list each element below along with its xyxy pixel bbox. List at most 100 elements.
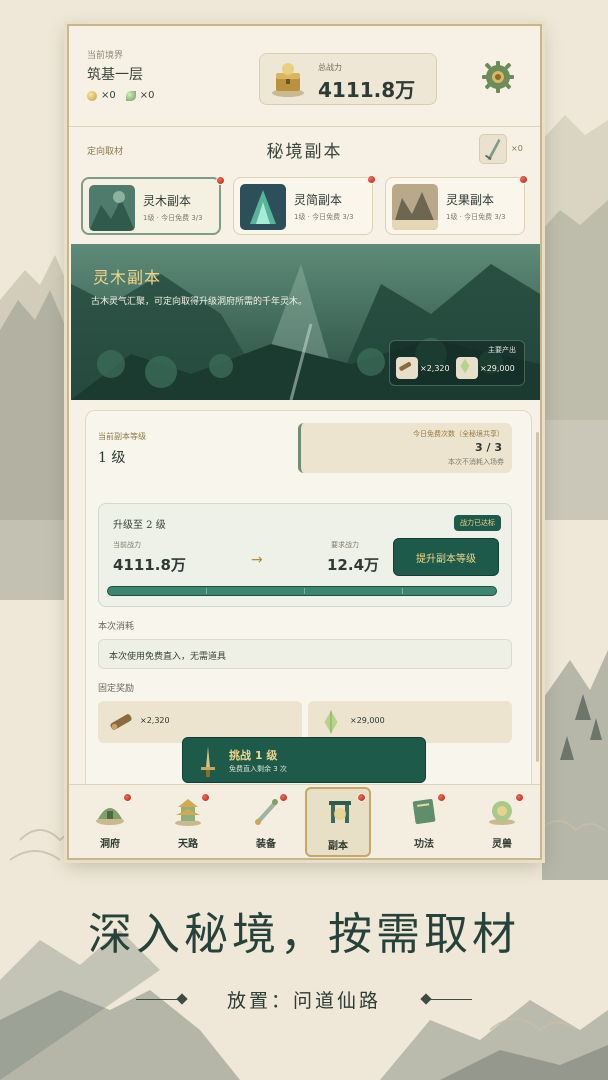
tab-name: 灵简副本 xyxy=(294,193,343,207)
required-power-caption: 要求战力 xyxy=(331,541,359,549)
tab-name: 灵果副本 xyxy=(446,193,495,207)
tab-name: 灵木副本 xyxy=(143,194,192,208)
header: 当前境界 筑基一层 ×0 ×0 总战力 4111.8万 xyxy=(69,26,540,124)
bottom-nav: 洞府 天路 装备 副本 功法 灵兽 xyxy=(69,784,540,858)
gate-icon xyxy=(329,801,351,823)
sword-icon xyxy=(201,746,215,777)
nav-label: 天路 xyxy=(178,839,198,850)
page-title: 秘境副本 xyxy=(266,142,343,162)
output-wood-count: ×2,320 xyxy=(420,363,450,373)
notification-dot xyxy=(201,793,210,802)
tab-spirit-wood[interactable]: 灵木副本 1级 · 今日免费 3/3 xyxy=(81,176,225,235)
progress-tick xyxy=(206,588,207,594)
total-power-value: 4111.8万 xyxy=(318,78,416,102)
progress-fill xyxy=(108,587,496,595)
spirit-crystal-icon xyxy=(316,707,346,737)
challenge-button[interactable]: 挑战 1 级 免费直入剩余 3 次 xyxy=(182,737,426,783)
spirit-wood-icon xyxy=(106,707,136,737)
notification-dot xyxy=(123,793,132,802)
progress-tick xyxy=(402,588,403,594)
nav-item-sky-road[interactable]: 天路 xyxy=(155,791,221,855)
book-icon xyxy=(412,798,436,825)
nav-item-spirit-beast[interactable]: 灵兽 xyxy=(469,791,535,855)
beast-icon xyxy=(489,801,515,825)
nav-label: 副本 xyxy=(328,841,348,852)
gold-coin-icon xyxy=(87,90,97,101)
dungeon-detail-card: 当前副本等级 1 级 今日免费次数（全秘境共享） 3 / 3 本次不消耗入场券 … xyxy=(85,410,532,802)
notification-dot xyxy=(216,176,225,185)
treasure-chest-icon xyxy=(272,63,304,97)
notification-dot xyxy=(279,793,288,802)
nav-label: 洞府 xyxy=(100,839,120,850)
banner-title: 灵木副本 xyxy=(93,268,162,287)
spirit-slip-thumbnail xyxy=(240,184,286,230)
total-power-caption: 总战力 xyxy=(318,63,342,72)
output-crystal: ×29,000 xyxy=(456,357,515,379)
tab-spirit-slip[interactable]: 灵简副本 1级 · 今日免费 3/3 xyxy=(233,175,376,235)
nav-item-techniques[interactable]: 功法 xyxy=(391,791,457,855)
dungeon-tabs: 灵木副本 1级 · 今日免费 3/3 灵简副本 1级 · 今日免费 3/3 灵果… xyxy=(81,175,533,237)
banner-description: 古木灵气汇聚，可定向取得升级洞府所需的千年灵木。 xyxy=(91,297,308,307)
notification-dot xyxy=(519,175,528,184)
power-met-badge: 战力已达标 xyxy=(454,515,501,531)
pagoda-icon xyxy=(175,799,201,826)
sword-token-icon xyxy=(485,138,501,161)
upgrade-progress-bar xyxy=(107,586,497,596)
spirit-fruit-thumbnail xyxy=(392,184,438,230)
cost-panel: 本次使用免费直入，无需道具 xyxy=(98,639,512,669)
output-wood: ×2,320 xyxy=(396,357,450,379)
free-attempts-panel: 今日免费次数（全秘境共享） 3 / 3 本次不消耗入场券 xyxy=(298,423,512,473)
settings-gear-icon[interactable] xyxy=(481,60,515,94)
current-power-caption: 当前战力 xyxy=(113,541,141,549)
nav-item-cave[interactable]: 洞府 xyxy=(77,791,143,855)
level-value: 1 级 xyxy=(98,450,126,466)
jade-leaf-icon xyxy=(125,90,136,101)
realm-caption: 当前境界 xyxy=(87,51,124,61)
tab-sub: 1级 · 今日免费 3/3 xyxy=(143,214,203,222)
sword-icon xyxy=(255,799,278,825)
spirit-wood-icon xyxy=(396,357,418,379)
notification-dot xyxy=(515,793,524,802)
challenge-sub: 免费直入剩余 3 次 xyxy=(229,765,287,773)
free-attempts-note: 本次不消耗入场券 xyxy=(448,458,504,466)
upgrade-dungeon-button[interactable]: 提升副本等级 xyxy=(393,538,499,576)
scrollbar[interactable] xyxy=(536,432,539,762)
resource-row: ×0 ×0 xyxy=(87,90,155,101)
nav-item-equipment[interactable]: 装备 xyxy=(233,791,299,855)
nav-label: 灵兽 xyxy=(492,839,512,850)
rewards-caption: 固定奖励 xyxy=(98,684,135,694)
game-subtitle: 放置：问道仙路 xyxy=(226,990,381,1012)
tab-spirit-fruit[interactable]: 灵果副本 1级 · 今日免费 3/3 xyxy=(385,175,528,235)
ticket-count: ×0 xyxy=(511,144,523,153)
realm-value: 筑基一层 xyxy=(87,67,143,83)
cave-icon xyxy=(96,808,124,825)
spirit-wood-thumbnail xyxy=(89,185,135,231)
spirit-crystal-icon xyxy=(456,357,478,379)
upgrade-title: 升级至 2 级 xyxy=(113,520,166,531)
title-bar: 定向取材 秘境副本 ×0 xyxy=(69,126,540,170)
free-attempts-caption: 今日免费次数（全秘境共享） xyxy=(413,430,504,438)
app-window: 当前境界 筑基一层 ×0 ×0 总战力 4111.8万 定向取材 秘境副本 ×0… xyxy=(67,24,542,860)
nav-item-dungeon[interactable]: 副本 xyxy=(305,787,371,857)
dungeon-banner: 灵木副本 古木灵气汇聚，可定向取得升级洞府所需的千年灵木。 主要产出 ×2,32… xyxy=(71,244,540,400)
main-output-caption: 主要产出 xyxy=(488,346,516,354)
level-caption: 当前副本等级 xyxy=(98,432,146,441)
promo-slogan: 深入秘境，按需取材 xyxy=(88,909,520,960)
cost-caption: 本次消耗 xyxy=(98,622,135,632)
reward-wood-count: ×2,320 xyxy=(140,716,170,725)
notification-dot xyxy=(437,793,446,802)
tab-sub: 1级 · 今日免费 3/3 xyxy=(294,213,354,221)
divider-line xyxy=(424,999,472,1000)
total-power-panel: 总战力 4111.8万 xyxy=(259,53,437,105)
jade-count: ×0 xyxy=(139,90,155,101)
output-crystal-count: ×29,000 xyxy=(480,363,515,373)
progress-tick xyxy=(304,588,305,594)
nav-label: 装备 xyxy=(256,839,276,850)
challenge-title: 挑战 1 级 xyxy=(229,749,278,762)
main-output-panel: 主要产出 ×2,320 ×29,000 xyxy=(389,340,525,386)
free-attempts-value: 3 / 3 xyxy=(475,441,502,454)
upgrade-panel: 升级至 2 级 战力已达标 当前战力 4111.8万 → 要求战力 12.4万 … xyxy=(98,503,512,607)
ticket-button[interactable] xyxy=(479,134,507,164)
cost-text: 本次使用免费直入，无需道具 xyxy=(109,652,227,662)
tab-sub: 1级 · 今日免费 3/3 xyxy=(446,213,506,221)
